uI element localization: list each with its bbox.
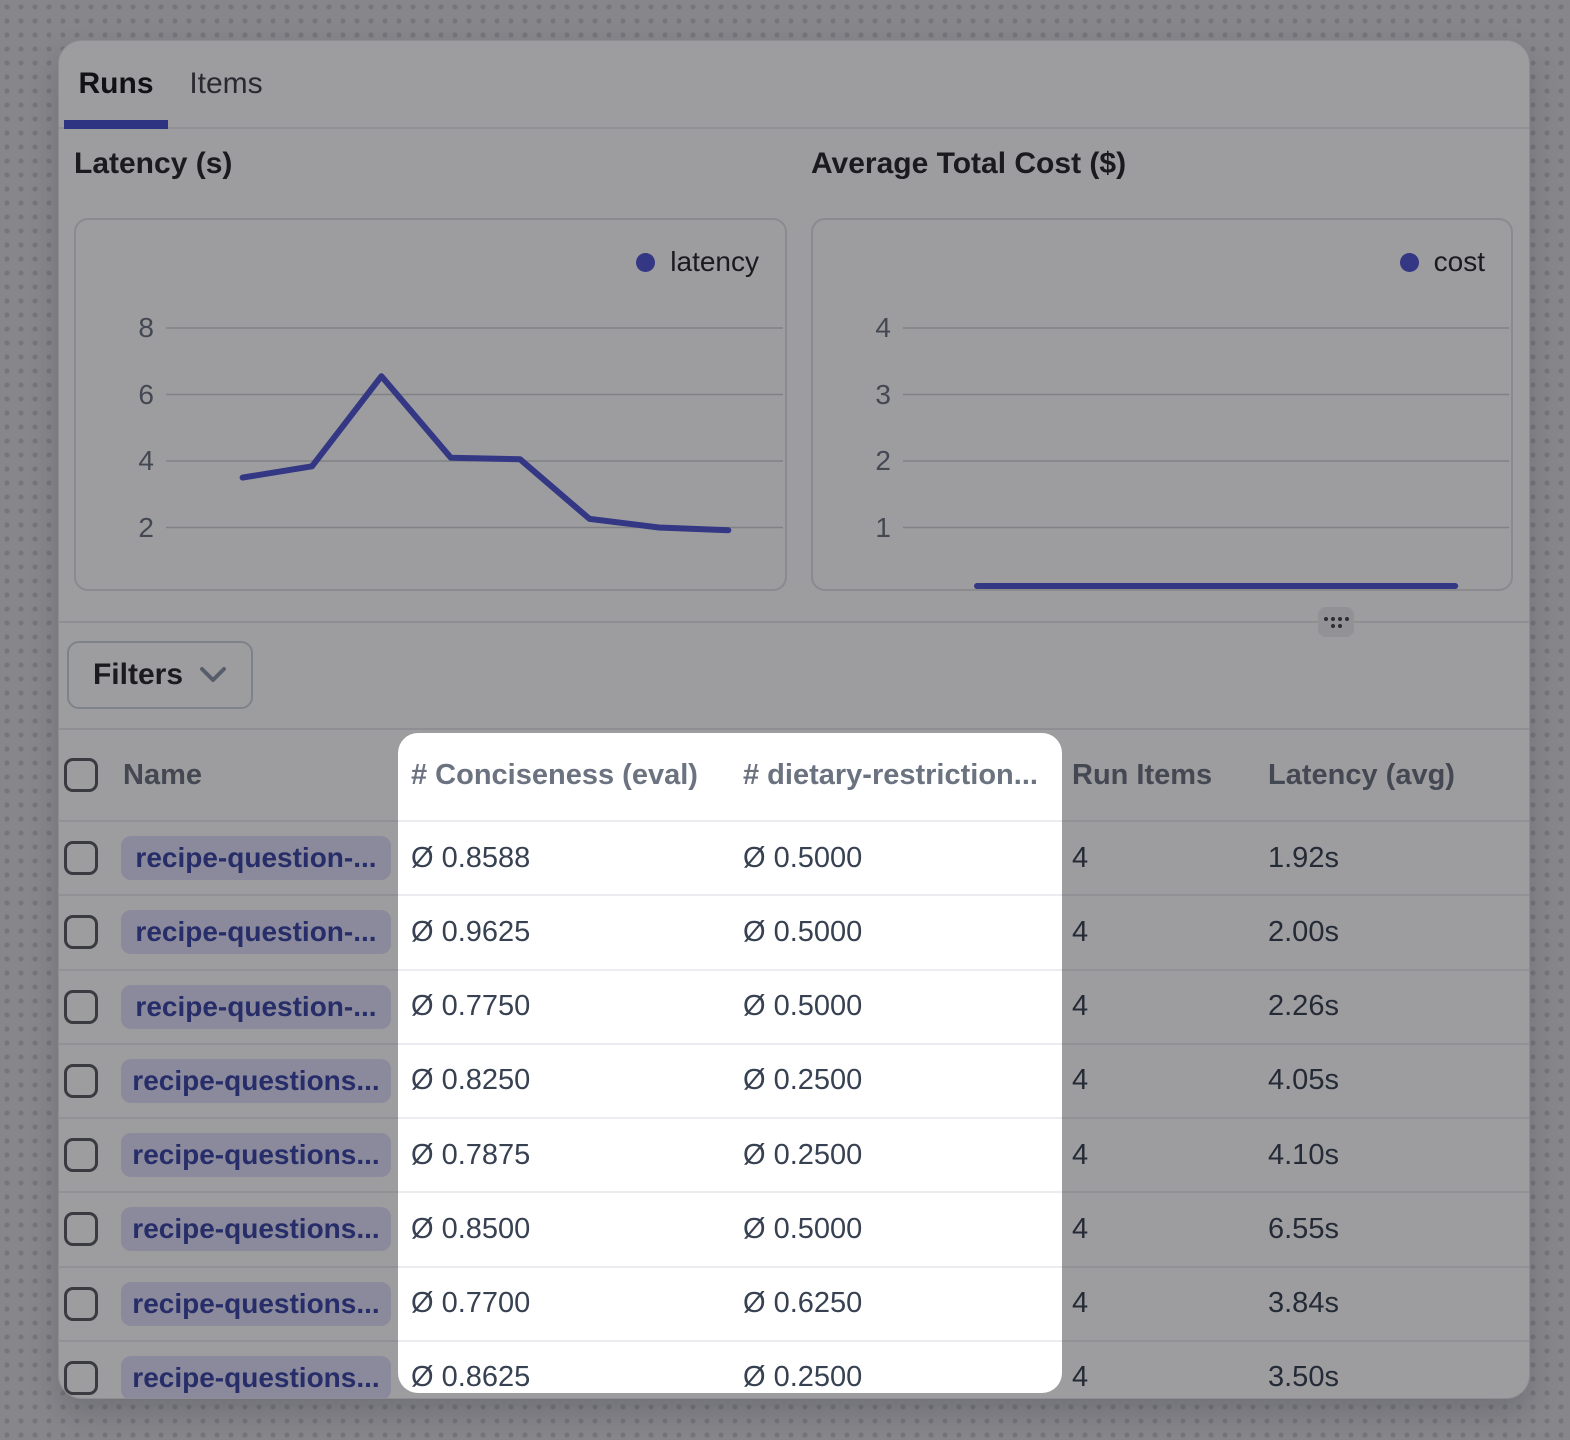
dietary-cell: Ø 0.2500 — [731, 1361, 1063, 1394]
tab-runs-label: Runs — [79, 67, 154, 101]
table-row[interactable]: recipe-questions... Ø 0.8250 Ø 0.2500 4 … — [59, 1043, 1529, 1117]
latency-cell: 4.10s — [1256, 1139, 1529, 1172]
y-axis-tick-label: 4 — [813, 307, 891, 349]
run-name-badge[interactable]: recipe-question-... — [121, 910, 391, 954]
row-checkbox[interactable] — [64, 1064, 98, 1098]
conciseness-cell: Ø 0.7750 — [399, 990, 731, 1023]
row-checkbox[interactable] — [64, 915, 98, 949]
dietary-cell: Ø 0.2500 — [731, 1064, 1063, 1097]
dietary-cell: Ø 0.2500 — [731, 1139, 1063, 1172]
column-header-conciseness[interactable]: # Conciseness (eval) — [399, 759, 731, 792]
dietary-cell: Ø 0.5000 — [731, 990, 1063, 1023]
column-header-name[interactable]: Name — [121, 759, 399, 792]
latency-cell: 2.00s — [1256, 916, 1529, 949]
latency-cell: 3.84s — [1256, 1287, 1529, 1320]
conciseness-cell: Ø 0.8250 — [399, 1064, 731, 1097]
run-name-badge[interactable]: recipe-questions... — [121, 1207, 391, 1251]
y-axis-tick-label: 2 — [813, 440, 891, 482]
header-checkbox-cell — [59, 758, 121, 792]
runs-table: Name # Conciseness (eval) # dietary-rest… — [59, 728, 1529, 1398]
cost-legend: cost — [1400, 246, 1485, 278]
filters-button-label: Filters — [93, 658, 183, 692]
table-row[interactable]: recipe-questions... Ø 0.8625 Ø 0.2500 4 … — [59, 1340, 1529, 1399]
run-name-badge[interactable]: recipe-questions... — [121, 1059, 391, 1103]
y-axis-tick-label: 3 — [813, 374, 891, 416]
y-axis-tick-label: 1 — [813, 507, 891, 549]
run-items-cell: 4 — [1063, 1361, 1256, 1394]
latency-cell: 2.26s — [1256, 990, 1529, 1023]
row-checkbox[interactable] — [64, 1212, 98, 1246]
y-axis-tick-label: 4 — [76, 440, 154, 482]
column-header-dietary-restriction[interactable]: # dietary-restriction... — [731, 759, 1063, 792]
run-items-cell: 4 — [1063, 1139, 1256, 1172]
drag-handle-icon[interactable] — [1318, 607, 1354, 637]
tab-items[interactable]: Items — [186, 41, 266, 127]
table-row[interactable]: recipe-question-... Ø 0.7750 Ø 0.5000 4 … — [59, 969, 1529, 1043]
legend-dot-icon — [636, 253, 655, 272]
run-items-cell: 4 — [1063, 990, 1256, 1023]
y-axis-tick-label: 8 — [76, 307, 154, 349]
row-checkbox[interactable] — [64, 841, 98, 875]
charts-section-divider — [59, 621, 1529, 623]
y-axis-tick-label: 2 — [76, 507, 154, 549]
column-header-run-items[interactable]: Run Items — [1063, 759, 1256, 792]
tab-runs[interactable]: Runs — [64, 41, 168, 127]
run-name-badge[interactable]: recipe-question-... — [121, 836, 391, 880]
table-row[interactable]: recipe-questions... Ø 0.7700 Ø 0.6250 4 … — [59, 1266, 1529, 1340]
run-name-badge[interactable]: recipe-questions... — [121, 1356, 391, 1399]
table-row[interactable]: recipe-question-... Ø 0.9625 Ø 0.5000 4 … — [59, 894, 1529, 968]
dietary-cell: Ø 0.5000 — [731, 916, 1063, 949]
runs-panel: Runs Items Latency (s) Average Total Cos… — [58, 40, 1530, 1399]
latency-cell: 1.92s — [1256, 842, 1529, 875]
filters-button[interactable]: Filters — [67, 641, 253, 709]
tab-bar: Runs Items — [59, 41, 1529, 129]
table-row[interactable]: recipe-question-... Ø 0.8588 Ø 0.5000 4 … — [59, 820, 1529, 894]
row-checkbox[interactable] — [64, 1287, 98, 1321]
conciseness-cell: Ø 0.8588 — [399, 842, 731, 875]
dietary-cell: Ø 0.5000 — [731, 842, 1063, 875]
conciseness-cell: Ø 0.8500 — [399, 1213, 731, 1246]
latency-chart-card: 2 4 6 8 latency — [74, 218, 787, 591]
legend-dot-icon — [1400, 253, 1419, 272]
cost-chart-title: Average Total Cost ($) — [811, 147, 1126, 181]
latency-legend-label: latency — [670, 246, 759, 278]
conciseness-cell: Ø 0.9625 — [399, 916, 731, 949]
active-tab-underline — [64, 120, 168, 129]
tab-items-label: Items — [189, 67, 262, 101]
row-checkbox[interactable] — [64, 990, 98, 1024]
select-all-checkbox[interactable] — [64, 758, 98, 792]
run-items-cell: 4 — [1063, 1213, 1256, 1246]
cost-chart-card: 1 2 3 4 cost — [811, 218, 1513, 591]
latency-cell: 6.55s — [1256, 1213, 1529, 1246]
conciseness-cell: Ø 0.8625 — [399, 1361, 731, 1394]
latency-cell: 3.50s — [1256, 1361, 1529, 1394]
run-items-cell: 4 — [1063, 916, 1256, 949]
conciseness-cell: Ø 0.7700 — [399, 1287, 731, 1320]
run-items-cell: 4 — [1063, 842, 1256, 875]
row-checkbox[interactable] — [64, 1361, 98, 1395]
table-row[interactable]: recipe-questions... Ø 0.7875 Ø 0.2500 4 … — [59, 1117, 1529, 1191]
latency-cell: 4.05s — [1256, 1064, 1529, 1097]
run-items-cell: 4 — [1063, 1064, 1256, 1097]
latency-legend: latency — [636, 246, 759, 278]
dietary-cell: Ø 0.5000 — [731, 1213, 1063, 1246]
row-checkbox[interactable] — [64, 1138, 98, 1172]
cost-legend-label: cost — [1434, 246, 1485, 278]
y-axis-tick-label: 6 — [76, 374, 154, 416]
table-row[interactable]: recipe-questions... Ø 0.8500 Ø 0.5000 4 … — [59, 1191, 1529, 1265]
chevron-down-icon — [199, 666, 227, 684]
run-name-badge[interactable]: recipe-question-... — [121, 985, 391, 1029]
run-name-badge[interactable]: recipe-questions... — [121, 1282, 391, 1326]
run-items-cell: 4 — [1063, 1287, 1256, 1320]
dietary-cell: Ø 0.6250 — [731, 1287, 1063, 1320]
column-header-latency-avg[interactable]: Latency (avg) — [1256, 759, 1529, 792]
latency-chart-title: Latency (s) — [74, 147, 232, 181]
conciseness-cell: Ø 0.7875 — [399, 1139, 731, 1172]
run-name-badge[interactable]: recipe-questions... — [121, 1133, 391, 1177]
table-header-row: Name # Conciseness (eval) # dietary-rest… — [59, 730, 1529, 820]
